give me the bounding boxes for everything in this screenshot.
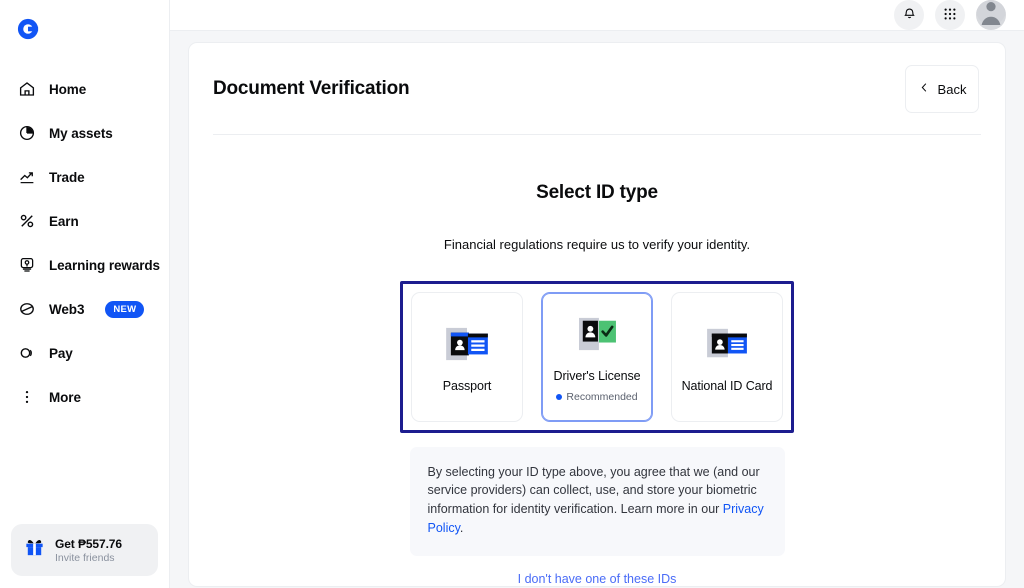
avatar[interactable] — [976, 0, 1006, 30]
sidebar-item-label: My assets — [49, 125, 113, 141]
passport-book-icon — [444, 321, 490, 367]
logo-container[interactable] — [0, 0, 169, 57]
gift-icon — [23, 536, 46, 564]
sidebar-item-web3[interactable]: Web3 NEW — [0, 287, 169, 331]
id-option-label: National ID Card — [681, 378, 773, 393]
percent-icon — [17, 212, 36, 231]
id-card-check-icon — [574, 311, 620, 357]
main-area: Document Verification Back Select ID typ… — [170, 0, 1024, 588]
id-option-passport[interactable]: Passport — [411, 291, 523, 422]
content-panel: Document Verification Back Select ID typ… — [188, 42, 1006, 587]
biometric-disclaimer: By selecting your ID type above, you agr… — [409, 446, 785, 556]
sidebar-item-home[interactable]: Home — [0, 67, 169, 111]
user-avatar-icon — [976, 0, 1006, 30]
select-id-heading: Select ID type — [536, 181, 658, 203]
sidebar-item-pay[interactable]: Pay — [0, 331, 169, 375]
referral-card[interactable]: Get ₱557.76 Invite friends — [11, 524, 158, 576]
id-option-label: Driver's License — [553, 368, 641, 383]
sidebar-item-more[interactable]: More — [0, 375, 169, 419]
select-id-section: Select ID type Financial regulations req… — [189, 135, 1005, 586]
sidebar-item-label: Trade — [49, 169, 85, 185]
sidebar-item-label: Pay — [49, 345, 73, 361]
sidebar: Home My assets Trade Earn Learning rewar… — [0, 0, 170, 588]
sidebar-item-label: More — [49, 389, 81, 405]
sidebar-item-learning-rewards[interactable]: Learning rewards — [0, 243, 169, 287]
sidebar-item-label: Earn — [49, 213, 79, 229]
status-badge-new: NEW — [105, 300, 145, 318]
apps-menu-button[interactable] — [935, 0, 965, 30]
referral-texts: Get ₱557.76 Invite friends — [55, 537, 122, 564]
back-button[interactable]: Back — [905, 65, 979, 113]
no-id-link[interactable]: I don't have one of these IDs — [518, 572, 677, 586]
sidebar-item-my-assets[interactable]: My assets — [0, 111, 169, 155]
notifications-button[interactable] — [894, 0, 924, 30]
rewards-badge-icon — [17, 256, 36, 275]
id-option-label: Passport — [442, 378, 492, 393]
sidebar-item-label: Web3 — [49, 301, 85, 317]
back-button-label: Back — [937, 81, 967, 97]
id-type-focus-ring: Passport Driver's License Recommended Na… — [400, 280, 794, 433]
disclaimer-text-end: . — [459, 520, 464, 535]
bell-icon — [902, 6, 917, 24]
sidebar-item-earn[interactable]: Earn — [0, 199, 169, 243]
id-option-drivers-license[interactable]: Driver's License Recommended — [541, 291, 653, 422]
app-root: Home My assets Trade Earn Learning rewar… — [0, 0, 1024, 588]
referral-title: Get ₱557.76 — [55, 536, 122, 551]
select-id-subheading: Financial regulations require us to veri… — [443, 236, 751, 252]
sidebar-nav: Home My assets Trade Earn Learning rewar… — [0, 67, 169, 419]
referral-subtitle: Invite friends — [55, 551, 115, 564]
sidebar-item-label: Home — [49, 81, 87, 97]
coinbase-logo-icon — [17, 18, 39, 40]
disclaimer-text: By selecting your ID type above, you agr… — [427, 464, 760, 517]
grid-apps-icon — [943, 7, 957, 24]
recommended-tag: Recommended — [556, 390, 638, 403]
id-type-group: Passport Driver's License Recommended Na… — [411, 291, 783, 422]
national-id-card-icon — [704, 321, 750, 367]
web3-icon — [17, 300, 36, 319]
sidebar-item-label: Learning rewards — [49, 257, 160, 273]
pay-icon — [17, 344, 36, 363]
topbar — [170, 0, 1024, 31]
page-header: Document Verification Back — [189, 43, 1005, 113]
page-title: Document Verification — [213, 78, 410, 99]
trend-arrow-icon — [17, 168, 36, 187]
recommended-dot-icon — [556, 393, 563, 400]
content-padding: Document Verification Back Select ID typ… — [170, 31, 1024, 588]
chevron-left-icon — [918, 81, 931, 97]
id-option-national-id-card[interactable]: National ID Card — [671, 291, 783, 422]
pie-chart-icon — [17, 124, 36, 143]
recommended-label: Recommended — [566, 390, 638, 403]
sidebar-item-trade[interactable]: Trade — [0, 155, 169, 199]
home-icon — [17, 80, 36, 99]
more-dots-icon — [17, 388, 36, 407]
